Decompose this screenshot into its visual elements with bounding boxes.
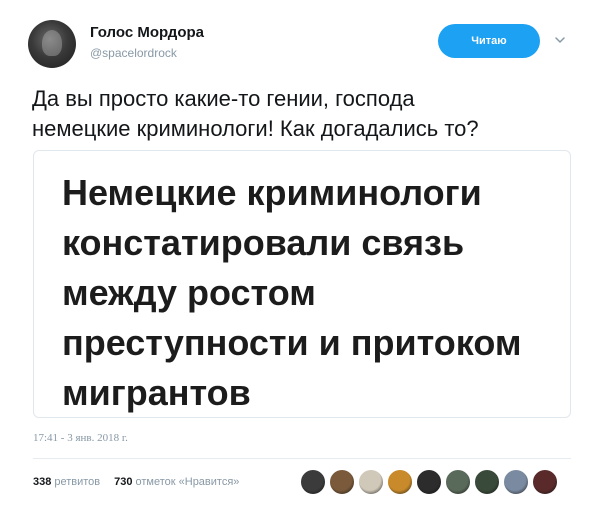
liker-avatar[interactable] xyxy=(474,469,500,495)
headline-line: между ростом xyxy=(62,272,316,313)
likes-count[interactable]: 730 xyxy=(114,476,132,488)
chevron-down-icon[interactable] xyxy=(553,33,567,47)
divider xyxy=(33,458,571,459)
liker-avatar[interactable] xyxy=(300,469,326,495)
follow-button[interactable]: Читаю xyxy=(438,24,540,58)
headline-line: преступности и притоком xyxy=(62,322,522,363)
liker-avatar[interactable] xyxy=(445,469,471,495)
liker-avatar[interactable] xyxy=(329,469,355,495)
headline-line: мигрантов xyxy=(62,372,251,413)
tweet-text-line: Да вы просто какие-то гении, господа xyxy=(32,86,415,111)
timestamp[interactable]: 17:41 - 3 янв. 2018 г. xyxy=(33,432,128,444)
headline-line: констатировали связь xyxy=(62,222,465,263)
retweets-count[interactable]: 338 xyxy=(33,476,51,488)
liker-avatar[interactable] xyxy=(416,469,442,495)
tweet-text: Да вы просто какие-то гении, господа нем… xyxy=(32,84,582,144)
user-handle[interactable]: @spacelordrock xyxy=(90,46,177,60)
liker-avatars xyxy=(300,469,561,495)
tweet-stats: 338 ретвитов 730 отметок «Нравится» xyxy=(33,476,239,488)
avatar[interactable] xyxy=(28,20,76,68)
liker-avatar[interactable] xyxy=(387,469,413,495)
liker-avatar[interactable] xyxy=(503,469,529,495)
liker-avatar[interactable] xyxy=(532,469,558,495)
retweets-label[interactable]: ретвитов xyxy=(54,476,100,488)
media-headline: Немецкие криминологи констатировали связ… xyxy=(62,168,562,418)
user-name[interactable]: Голос Мордора xyxy=(90,24,204,41)
tweet-text-line: немецкие криминологи! Как догадались то? xyxy=(32,116,479,141)
liker-avatar[interactable] xyxy=(358,469,384,495)
headline-line: Немецкие криминологи xyxy=(62,172,482,213)
likes-label[interactable]: отметок «Нравится» xyxy=(136,476,240,488)
